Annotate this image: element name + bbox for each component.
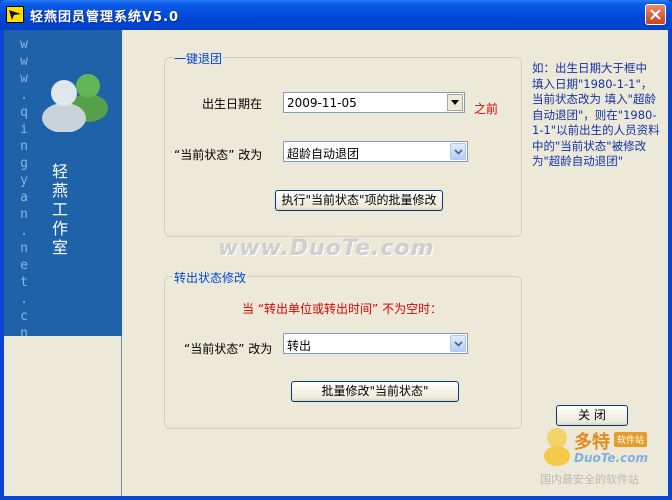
transfer-condition-text: 当 “转出单位或转出时间” 不为空时： [242, 302, 443, 316]
before-label: 之前 [474, 102, 499, 116]
title-bar[interactable]: 轻燕团员管理系统V5.0 [0, 0, 672, 30]
url-vertical-text: w w w . q i n g y a n . n e t . c n [20, 37, 28, 336]
watermark-text: www.DuoTe.com [218, 236, 435, 261]
transfer-group-title: 转出状态修改 [173, 269, 248, 286]
execute-batch-button[interactable]: 执行"当前状态"项的批量修改 [275, 190, 443, 211]
birth-date-label: 出生日期在 [202, 97, 263, 111]
client-area: w w w . q i n g y a n . n e t . c n 轻 燕 … [4, 30, 668, 496]
transfer-status-value: 转出 [287, 339, 312, 353]
retire-status-select[interactable]: 超龄自动退团 [283, 141, 468, 162]
birth-date-picker[interactable]: 2009-11-05 [283, 92, 465, 113]
chevron-down-icon[interactable] [447, 94, 463, 111]
people-icon [38, 52, 112, 135]
window-title: 轻燕团员管理系统V5.0 [30, 10, 180, 25]
studio-vertical-text: 轻 燕 工 作 室 [52, 162, 69, 257]
logo-small-text: 软件站 [614, 432, 648, 447]
chevron-down-icon[interactable] [450, 143, 466, 160]
birth-date-value: 2009-11-05 [287, 96, 357, 110]
batch-modify-button[interactable]: 批量修改"当前状态" [291, 381, 459, 402]
hint-text: 如：出生日期大于框中 填入日期"1980-1-1"，当前状态改为 填入"超龄自动… [532, 61, 660, 168]
app-window: 轻燕团员管理系统V5.0 w w w . q i n g y a n . n e… [0, 0, 672, 500]
duote-logo: 多特 软件站 DuoTe.com 国内最安全的软件站 [534, 424, 666, 496]
mascot-icon [540, 426, 574, 471]
retire-status-label: “当前状态” 改为 [174, 148, 263, 162]
logo-slogan-text: 国内最安全的软件站 [540, 473, 639, 486]
transfer-status-label: “当前状态” 改为 [184, 342, 273, 356]
logo-domain-text: DuoTe.com [574, 451, 648, 465]
side-banner: w w w . q i n g y a n . n e t . c n 轻 燕 … [4, 30, 122, 336]
retire-group-title: 一键退团 [173, 50, 224, 67]
banner-bottom-panel [4, 336, 122, 496]
close-icon[interactable] [645, 4, 666, 25]
close-button[interactable]: 关 闭 [556, 405, 628, 426]
transfer-status-select[interactable]: 转出 [283, 333, 468, 354]
swallow-icon[interactable] [6, 6, 24, 23]
retire-status-value: 超龄自动退团 [287, 147, 360, 161]
chevron-down-icon[interactable] [450, 335, 466, 352]
